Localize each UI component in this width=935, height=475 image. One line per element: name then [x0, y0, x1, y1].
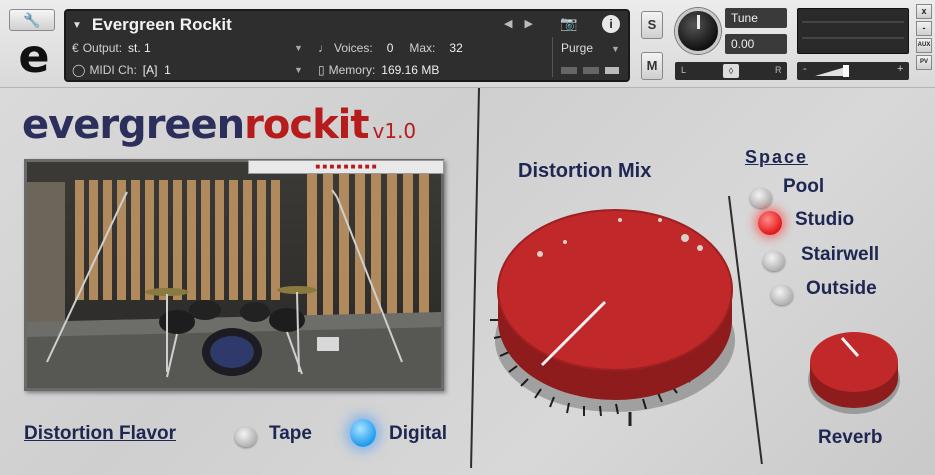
- tape-option-label[interactable]: Tape: [269, 423, 312, 445]
- logo-rockit: rockit: [244, 102, 369, 148]
- tune-knob[interactable]: [675, 8, 721, 54]
- mute-button[interactable]: M: [641, 52, 663, 80]
- memory-label: Memory:: [328, 63, 376, 77]
- volume-ramp: [815, 65, 849, 77]
- wrench-button[interactable]: 🔧: [9, 9, 55, 31]
- purge-meter: [561, 67, 577, 74]
- studio-radio-led[interactable]: [758, 211, 782, 235]
- version-label: v1.0: [372, 119, 417, 143]
- outside-option-label[interactable]: Outside: [806, 278, 877, 300]
- info-icon[interactable]: i: [602, 15, 620, 33]
- photo-sticker: ■ ■ ■ ■ ■ ■ ■ ■ ■: [248, 160, 444, 174]
- wrench-icon: 🔧: [23, 11, 41, 28]
- camera-icon[interactable]: 📷: [558, 15, 580, 33]
- solo-button[interactable]: S: [641, 11, 663, 39]
- chevron-down-icon: ▼: [611, 44, 620, 54]
- voices-value: 0: [386, 41, 394, 55]
- collapse-triangle-icon[interactable]: ▼: [72, 20, 82, 31]
- pan-right-label: R: [775, 65, 782, 75]
- distortion-flavor-label: Distortion Flavor: [24, 423, 177, 444]
- chevron-down-icon: ▼: [294, 43, 303, 53]
- max-voices-value[interactable]: 32: [449, 41, 462, 55]
- volume-slider[interactable]: - +: [797, 62, 909, 80]
- volume-meter: [797, 8, 909, 54]
- room-photo: [24, 159, 444, 391]
- reverb-knob[interactable]: [802, 322, 912, 422]
- pool-option-label[interactable]: Pool: [783, 176, 824, 198]
- distortion-mix-label: Distortion Mix: [518, 160, 652, 182]
- output-icon: €: [72, 41, 79, 55]
- purge-menu[interactable]: Purge ▼: [552, 37, 624, 77]
- voices-icon: ♩: [318, 41, 330, 55]
- volume-plus: +: [897, 63, 904, 75]
- studio-image: [27, 162, 441, 388]
- purge-meter: [583, 67, 599, 74]
- output-selector[interactable]: € Output: st. 1 ▼: [72, 38, 303, 58]
- reverb-label: Reverb: [818, 427, 883, 448]
- kontakt-header: 🔧 e ▼ Evergreen Rockit ◀▶ 📷 i € Output: …: [0, 0, 935, 88]
- product-logo: evergreenrockit v1.0: [22, 102, 416, 152]
- output-value: st. 1: [128, 41, 151, 55]
- outside-radio-led[interactable]: [771, 285, 793, 305]
- tune-value[interactable]: 0.00: [725, 34, 787, 54]
- instrument-name[interactable]: Evergreen Rockit: [92, 15, 232, 35]
- kontakt-logo: e: [18, 29, 50, 83]
- pool-radio-led[interactable]: [750, 188, 772, 208]
- memory-value: 169.16 MB: [381, 63, 440, 77]
- studio-option-label[interactable]: Studio: [795, 209, 854, 231]
- space-label: Space: [745, 147, 809, 167]
- midi-icon: ◯: [72, 63, 86, 77]
- logo-evergreen: evergreen: [22, 102, 245, 148]
- aux-button[interactable]: AUX: [916, 38, 932, 53]
- close-button[interactable]: x: [916, 4, 932, 19]
- tape-radio-led[interactable]: [235, 427, 257, 447]
- digital-radio-led[interactable]: [350, 419, 376, 447]
- max-label: Max:: [409, 41, 436, 55]
- voices-label: Voices:: [334, 41, 373, 55]
- stairwell-radio-led[interactable]: [763, 251, 785, 271]
- pv-button[interactable]: PV: [916, 55, 932, 70]
- section-divider: [470, 87, 480, 468]
- memory-display: ▯ Memory: 169.16 MB: [318, 60, 548, 80]
- midi-value: [A] 1: [142, 63, 171, 77]
- voices-display: ♩ Voices: 0 Max: 32: [318, 38, 548, 58]
- minimize-button[interactable]: -: [916, 21, 932, 36]
- digital-option-label[interactable]: Digital: [389, 423, 447, 445]
- pan-left-label: L: [681, 65, 687, 75]
- instrument-nav-arrows[interactable]: ◀▶: [504, 17, 545, 30]
- purge-meter: [605, 67, 619, 74]
- distortion-mix-knob[interactable]: [480, 190, 760, 440]
- stairwell-option-label[interactable]: Stairwell: [801, 244, 879, 266]
- pan-slider[interactable]: L ◊ R: [675, 62, 787, 80]
- midi-channel-selector[interactable]: ◯ MIDI Ch: [A] 1 ▼: [72, 60, 303, 80]
- midi-label: MIDI Ch:: [89, 63, 137, 77]
- memory-icon: ▯: [318, 63, 325, 77]
- instrument-header-panel: ▼ Evergreen Rockit ◀▶ 📷 i € Output: st. …: [64, 9, 630, 82]
- output-label: Output:: [82, 41, 123, 55]
- pan-handle[interactable]: ◊: [723, 64, 739, 78]
- tune-label: Tune: [725, 8, 787, 28]
- purge-label: Purge: [561, 41, 594, 55]
- chevron-down-icon: ▼: [294, 65, 303, 75]
